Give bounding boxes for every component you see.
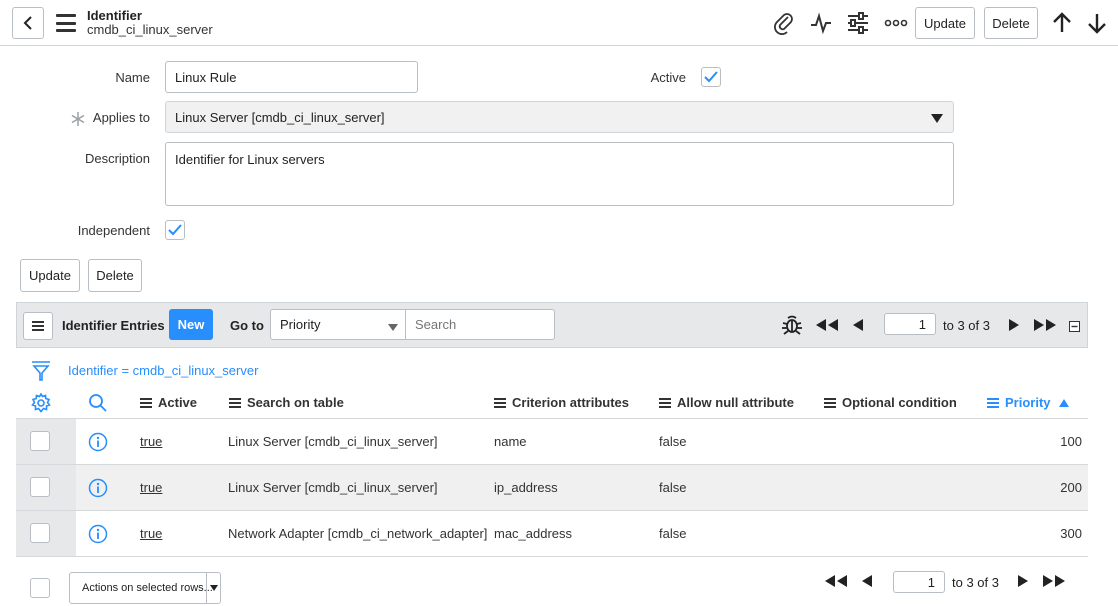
row-checkbox[interactable] — [30, 431, 50, 451]
dropdown-caret-icon[interactable] — [931, 112, 943, 127]
column-menu-icon[interactable] — [494, 397, 506, 408]
personalize-list-gear-icon[interactable] — [31, 392, 51, 416]
last-page-icon[interactable] — [1033, 318, 1057, 335]
column-menu-icon[interactable] — [140, 397, 152, 408]
name-label: Name — [115, 70, 150, 85]
cell-allow-null: false — [659, 434, 687, 449]
page-title: Identifier — [87, 8, 142, 23]
cell-criterion: mac_address — [494, 526, 573, 541]
page-number-input[interactable]: 1 — [884, 313, 936, 335]
goto-field-value: Priority — [280, 317, 321, 332]
footer-page-range-text: to 3 of 3 — [952, 575, 999, 590]
filter-icon[interactable] — [31, 360, 51, 385]
footer-first-page-icon[interactable] — [824, 574, 848, 591]
name-input[interactable]: Linux Rule — [165, 61, 418, 93]
info-icon[interactable] — [88, 524, 108, 547]
list-search-input[interactable] — [405, 309, 555, 340]
settings-sliders-icon[interactable] — [846, 11, 870, 38]
active-label: Active — [650, 70, 686, 85]
goto-label: Go to — [230, 318, 264, 333]
list-title: Identifier Entries — [62, 318, 165, 333]
cell-priority: 200 — [1060, 480, 1082, 495]
table-bottom-border — [16, 556, 1088, 557]
applies-to-value: Linux Server [cmdb_ci_linux_server] — [175, 109, 385, 125]
back-button[interactable] — [12, 7, 44, 39]
info-icon[interactable] — [88, 478, 108, 501]
select-all-checkbox[interactable] — [30, 578, 50, 598]
page-range-text: to 3 of 3 — [943, 318, 990, 333]
cell-active[interactable]: true — [140, 434, 162, 449]
arrow-down-icon[interactable] — [1085, 11, 1109, 38]
actions-on-selected-label: Actions on selected rows... — [82, 582, 213, 594]
info-icon[interactable] — [88, 432, 108, 455]
cell-allow-null: false — [659, 526, 687, 541]
description-textarea[interactable]: Identifier for Linux servers — [165, 142, 954, 206]
table-row — [16, 418, 1088, 464]
cell-priority: 100 — [1060, 434, 1082, 449]
independent-checkbox[interactable] — [165, 220, 185, 240]
applies-to-select[interactable]: Linux Server [cmdb_ci_linux_server] — [165, 101, 954, 133]
footer-next-page-icon[interactable] — [1017, 574, 1029, 591]
sort-ascending-icon — [1058, 399, 1069, 407]
first-page-icon[interactable] — [815, 318, 839, 335]
arrow-up-icon[interactable] — [1050, 11, 1074, 38]
footer-page-number-input[interactable]: 1 — [893, 571, 945, 593]
applies-to-label: Applies to — [92, 110, 150, 125]
list-menu-icon — [32, 321, 44, 331]
column-header-optional[interactable]: Optional condition — [824, 395, 957, 410]
filter-breadcrumb[interactable]: Identifier = cmdb_ci_linux_server — [68, 363, 258, 378]
column-menu-icon[interactable] — [987, 397, 999, 408]
column-header-active[interactable]: Active — [140, 395, 197, 410]
form-delete-button[interactable]: Delete — [88, 259, 142, 292]
cell-criterion: name — [494, 434, 527, 449]
list-search-icon[interactable] — [88, 393, 108, 416]
next-page-icon[interactable] — [1008, 318, 1020, 335]
cell-priority: 300 — [1060, 526, 1082, 541]
previous-page-icon[interactable] — [852, 318, 864, 335]
cell-search-table: Network Adapter [cmdb_ci_network_adapter… — [228, 526, 488, 541]
checkmark-icon — [704, 71, 718, 83]
menu-icon[interactable] — [56, 14, 76, 32]
activity-icon[interactable] — [809, 11, 833, 38]
back-icon — [23, 16, 32, 30]
goto-field-select[interactable]: Priority — [270, 309, 406, 340]
attachment-icon[interactable] — [772, 11, 796, 38]
list-menu-button[interactable] — [23, 312, 53, 340]
header-delete-button[interactable]: Delete — [984, 7, 1038, 39]
actions-caret-icon[interactable] — [206, 573, 220, 603]
actions-on-selected-select[interactable]: Actions on selected rows... — [69, 572, 221, 604]
header-update-button[interactable]: Update — [915, 7, 975, 39]
cell-search-table: Linux Server [cmdb_ci_linux_server] — [228, 434, 438, 449]
cell-active[interactable]: true — [140, 526, 162, 541]
column-menu-icon[interactable] — [659, 397, 671, 408]
bug-icon[interactable] — [781, 314, 803, 339]
footer-previous-page-icon[interactable] — [861, 574, 873, 591]
column-menu-icon[interactable] — [229, 397, 241, 408]
column-header-search-table[interactable]: Search on table — [229, 395, 344, 410]
row-checkbox[interactable] — [30, 523, 50, 543]
independent-label: Independent — [77, 223, 150, 238]
cell-search-table: Linux Server [cmdb_ci_linux_server] — [228, 480, 438, 495]
description-label: Description — [84, 151, 150, 166]
more-icon[interactable] — [884, 11, 908, 38]
column-header-priority[interactable]: Priority — [987, 395, 1069, 410]
form-update-button[interactable]: Update — [20, 259, 80, 292]
new-button[interactable]: New — [169, 309, 213, 340]
cell-allow-null: false — [659, 480, 687, 495]
column-header-criterion[interactable]: Criterion attributes — [494, 395, 629, 410]
cell-criterion: ip_address — [494, 480, 558, 495]
checkmark-icon — [168, 224, 182, 236]
collapse-list-icon[interactable] — [1069, 320, 1080, 335]
column-header-allow-null[interactable]: Allow null attribute — [659, 395, 794, 410]
active-checkbox[interactable] — [701, 67, 721, 87]
column-menu-icon[interactable] — [824, 397, 836, 408]
cell-active[interactable]: true — [140, 480, 162, 495]
row-checkbox[interactable] — [30, 477, 50, 497]
page-subtitle: cmdb_ci_linux_server — [87, 22, 213, 37]
footer-last-page-icon[interactable] — [1042, 574, 1066, 591]
goto-caret-icon — [388, 320, 398, 335]
